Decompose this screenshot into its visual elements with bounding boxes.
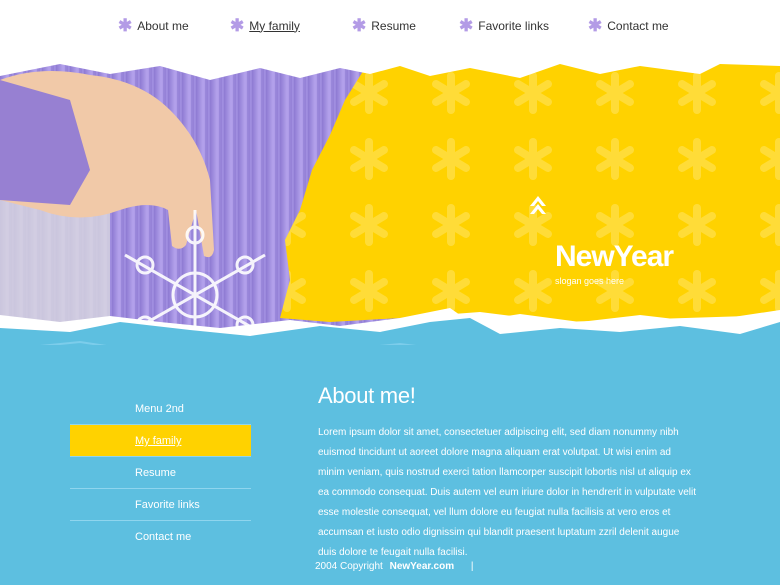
asterisk-icon: ✱ — [118, 16, 133, 35]
nav-about-me-label: About me — [137, 18, 189, 33]
sidebar-item-my-family[interactable]: My family — [70, 425, 251, 457]
nav-resume[interactable]: ✱ Resume — [352, 17, 416, 34]
nav-contact-me-label: Contact me — [607, 18, 669, 33]
top-navigation: ✱ About me ✱ My family ✱ Resume ✱ Favori… — [0, 0, 780, 62]
asterisk-icon: ✱ — [459, 16, 474, 35]
brand-slogan: slogan goes here — [555, 276, 625, 286]
side-menu: Menu 2nd My family Resume Favorite links… — [70, 393, 251, 553]
footer: 2004 Copyright NewYear.com | — [315, 561, 473, 572]
nav-my-family[interactable]: ✱ My family — [230, 17, 300, 34]
nav-favorite-links[interactable]: ✱ Favorite links — [459, 17, 549, 34]
nav-about-me[interactable]: ✱ About me — [118, 17, 189, 34]
sidebar-item-contact-me[interactable]: Contact me — [70, 521, 251, 553]
footer-site-link[interactable]: NewYear.com — [390, 561, 454, 572]
nav-resume-label: Resume — [371, 18, 416, 33]
page-title: About me! — [318, 383, 416, 408]
brand-logo: NewYear slogan goes here — [528, 240, 674, 287]
nav-contact-me[interactable]: ✱ Contact me — [588, 17, 669, 34]
nav-favorite-links-label: Favorite links — [478, 18, 549, 33]
sidebar-item-menu-2nd[interactable]: Menu 2nd — [70, 393, 251, 425]
asterisk-icon: ✱ — [230, 16, 245, 35]
hero-illustration — [0, 60, 780, 360]
asterisk-icon: ✱ — [352, 16, 367, 35]
footer-separator: | — [470, 561, 474, 572]
footer-copyright: 2004 Copyright — [315, 561, 383, 572]
brand-title: NewYear — [555, 240, 674, 273]
asterisk-icon: ✱ — [588, 16, 603, 35]
nav-my-family-label: My family — [249, 18, 300, 33]
sidebar-item-favorite-links[interactable]: Favorite links — [70, 489, 251, 521]
main-content: About me! Lorem ipsum dolor sit amet, co… — [318, 383, 698, 563]
hero-banner: NewYear slogan goes here — [0, 60, 780, 360]
sidebar-item-resume[interactable]: Resume — [70, 457, 251, 489]
body-text: Lorem ipsum dolor sit amet, consectetuer… — [318, 427, 696, 558]
